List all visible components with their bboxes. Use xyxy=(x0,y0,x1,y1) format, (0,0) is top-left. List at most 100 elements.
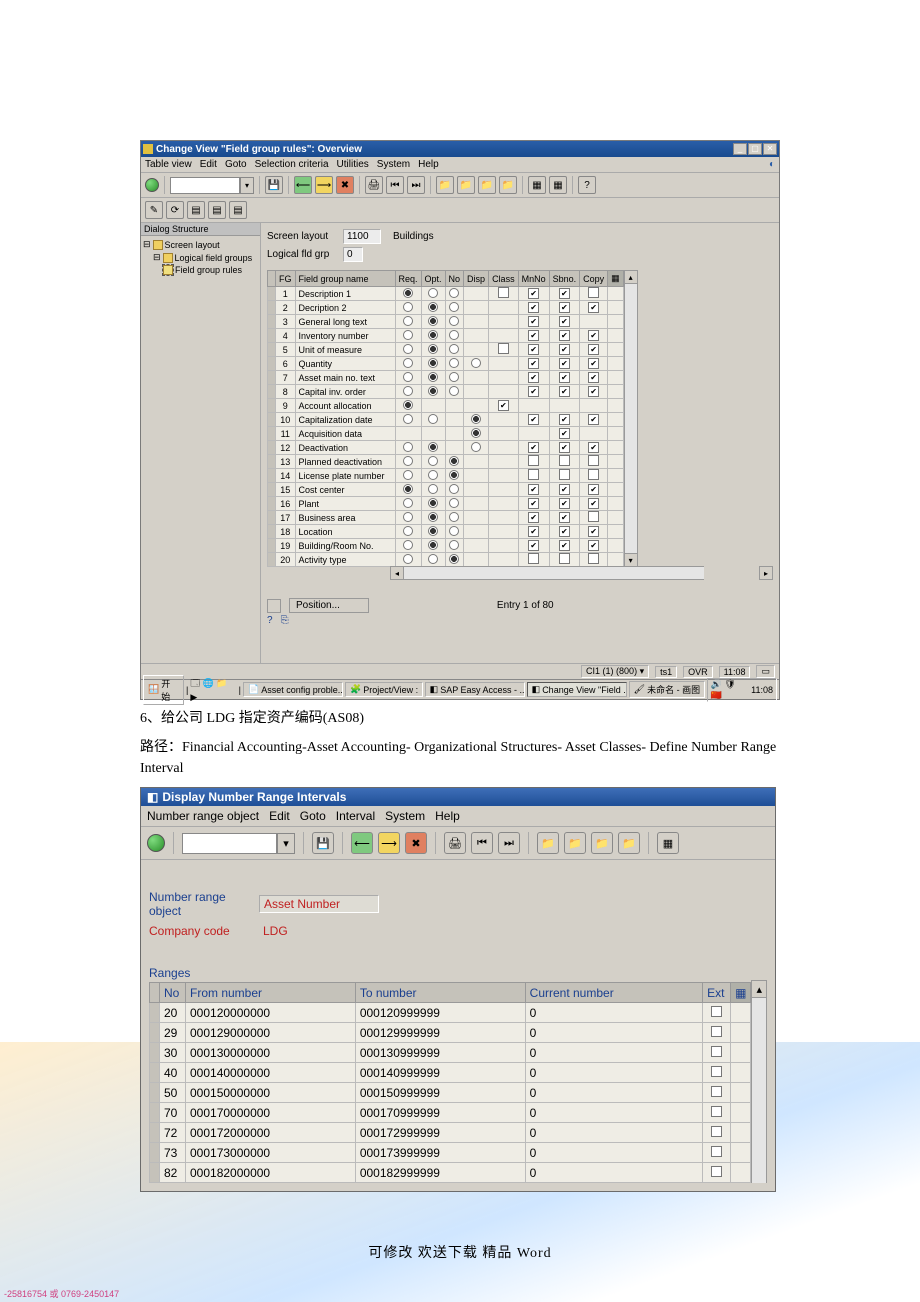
tool-icon[interactable]: ⟳ xyxy=(166,201,184,219)
nav-icon[interactable]: 📁 xyxy=(537,832,559,854)
nav-icon[interactable]: 📁 xyxy=(436,176,454,194)
grid-row[interactable]: 9Account allocation xyxy=(268,399,624,413)
menu-help[interactable]: Help xyxy=(435,809,460,823)
grid-row[interactable]: 15Cost center xyxy=(268,483,624,497)
last-page-icon[interactable]: ⏭ xyxy=(407,176,425,194)
range-row[interactable]: 200001200000000001209999990 xyxy=(150,1003,751,1023)
minimize-button[interactable]: _ xyxy=(733,143,747,155)
nav-icon[interactable]: 📁 xyxy=(499,176,517,194)
save-icon[interactable]: 💾 xyxy=(265,176,283,194)
grid-row[interactable]: 11Acquisition data xyxy=(268,427,624,441)
grid-row[interactable]: 14License plate number xyxy=(268,469,624,483)
grid-row[interactable]: 19Building/Room No. xyxy=(268,539,624,553)
grid-row[interactable]: 5Unit of measure xyxy=(268,343,624,357)
cancel-icon[interactable]: ✖ xyxy=(405,832,427,854)
cancel-icon[interactable]: ✖ xyxy=(336,176,354,194)
tree-field-group-rules[interactable]: Field group rules xyxy=(143,264,258,276)
menu-goto[interactable]: Goto xyxy=(225,159,247,170)
tool-icon[interactable]: ▤ xyxy=(187,201,205,219)
maximize-button[interactable]: ▢ xyxy=(748,143,762,155)
print-icon[interactable]: 🖨 xyxy=(444,832,466,854)
nav-icon[interactable]: 📁 xyxy=(457,176,475,194)
toolbar: ▾ 💾 ⟵ ⟶ ✖ 🖨 ⏮ ⏭ 📁 📁 📁 📁 ▦ ▦ ? xyxy=(141,173,779,198)
grid-row[interactable]: 10Capitalization date xyxy=(268,413,624,427)
last-page-icon[interactable]: ⏭ xyxy=(498,832,520,854)
grid-row[interactable]: 7Asset main no. text xyxy=(268,371,624,385)
taskbar-item-active[interactable]: ◧Change View "Field ... xyxy=(527,682,627,697)
layout-icon[interactable]: ▦ xyxy=(549,176,567,194)
tree-screen-layout[interactable]: ⊟Screen layout xyxy=(143,238,258,251)
range-row[interactable]: 820001820000000001829999990 xyxy=(150,1163,751,1183)
taskbar-item[interactable]: 🧩Project/View : xyxy=(345,682,423,697)
print-icon[interactable]: 🖨 xyxy=(365,176,383,194)
back-icon[interactable]: ⟵ xyxy=(294,176,312,194)
close-button[interactable]: ✕ xyxy=(763,143,777,155)
back-icon[interactable]: ⟵ xyxy=(351,832,373,854)
ranges-vscroll[interactable]: ▴ xyxy=(751,980,767,1183)
tree-logical-field-groups[interactable]: ⊟Logical field groups xyxy=(143,251,258,264)
range-row[interactable]: 300001300000000001309999990 xyxy=(150,1043,751,1063)
nav-icon[interactable]: 📁 xyxy=(564,832,586,854)
enter-icon[interactable] xyxy=(145,178,159,192)
titlebar[interactable]: ◧ Display Number Range Intervals xyxy=(141,788,775,806)
range-row[interactable]: 500001500000000001509999990 xyxy=(150,1083,751,1103)
grid-row[interactable]: 6Quantity xyxy=(268,357,624,371)
menu-edit[interactable]: Edit xyxy=(200,159,217,170)
save-icon[interactable]: 💾 xyxy=(312,832,334,854)
windows-taskbar: 🪟开始 | 🗔 🌐 📁 ▶ | 📄Asset config proble... … xyxy=(141,679,779,699)
grid-row[interactable]: 20Activity type xyxy=(268,553,624,567)
range-row[interactable]: 730001730000000001739999990 xyxy=(150,1143,751,1163)
menu-edit[interactable]: Edit xyxy=(269,809,290,823)
taskbar-item[interactable]: 📄Asset config proble... xyxy=(243,682,343,697)
grid-row[interactable]: 12Deactivation xyxy=(268,441,624,455)
grip-icon[interactable] xyxy=(267,599,281,613)
grid-row[interactable]: 16Plant xyxy=(268,497,624,511)
grid-row[interactable]: 18Location xyxy=(268,525,624,539)
exit-icon[interactable]: ⟶ xyxy=(315,176,333,194)
enter-icon[interactable] xyxy=(147,834,165,852)
system-tray[interactable]: 🔊 🛡 🇨🇳 11:08 xyxy=(707,678,777,702)
nav-icon[interactable]: 📁 xyxy=(618,832,640,854)
range-row[interactable]: 400001400000000001409999990 xyxy=(150,1063,751,1083)
menu-system[interactable]: System xyxy=(385,809,425,823)
taskbar-item[interactable]: ◧SAP Easy Access - ... xyxy=(425,682,525,697)
menu-goto[interactable]: Goto xyxy=(300,809,326,823)
range-row[interactable]: 700001700000000001709999990 xyxy=(150,1103,751,1123)
grid-row[interactable]: 1Description 1 xyxy=(268,287,624,301)
grid-hscroll[interactable]: ◂▸ xyxy=(267,566,773,580)
tool-icon[interactable]: ✎ xyxy=(145,201,163,219)
menu-table-view[interactable]: Table view xyxy=(145,159,192,170)
position-button[interactable]: Position... xyxy=(289,598,369,613)
taskbar-item[interactable]: 🖌未命名 - 画图 xyxy=(629,681,705,698)
layout-icon[interactable]: ▦ xyxy=(528,176,546,194)
range-row[interactable]: 720001720000000001729999990 xyxy=(150,1123,751,1143)
range-row[interactable]: 290001290000000001299999990 xyxy=(150,1023,751,1043)
menu-interval[interactable]: Interval xyxy=(336,809,375,823)
menu-help[interactable]: Help xyxy=(418,159,439,170)
grid-row[interactable]: 2Decription 2 xyxy=(268,301,624,315)
menu-nro[interactable]: Number range object xyxy=(147,809,259,823)
nav-icon[interactable]: 📁 xyxy=(478,176,496,194)
grid-row[interactable]: 3General long text xyxy=(268,315,624,329)
help-icon[interactable]: ? xyxy=(578,176,596,194)
first-page-icon[interactable]: ⏮ xyxy=(386,176,404,194)
command-field[interactable]: ▾ xyxy=(182,833,295,854)
layout-icon[interactable]: ▦ xyxy=(657,832,679,854)
menu-system[interactable]: System xyxy=(377,159,410,170)
exit-icon[interactable]: ⟶ xyxy=(378,832,400,854)
grid-row[interactable]: 17Business area xyxy=(268,511,624,525)
grid-vscroll[interactable]: ▴▾ xyxy=(624,270,638,567)
menu-selection[interactable]: Selection criteria xyxy=(255,159,329,170)
nav-icon[interactable]: 📁 xyxy=(591,832,613,854)
command-field[interactable]: ▾ xyxy=(170,177,254,194)
grid-row[interactable]: 4Inventory number xyxy=(268,329,624,343)
tool-icon[interactable]: ▤ xyxy=(229,201,247,219)
tool-icon[interactable]: ▤ xyxy=(208,201,226,219)
start-button[interactable]: 🪟开始 xyxy=(143,675,184,705)
quick-launch[interactable]: 🗔 🌐 📁 ▶ xyxy=(190,676,236,703)
titlebar[interactable]: Change View "Field group rules": Overvie… xyxy=(141,141,779,157)
first-page-icon[interactable]: ⏮ xyxy=(471,832,493,854)
grid-row[interactable]: 13Planned deactivation xyxy=(268,455,624,469)
grid-row[interactable]: 8Capital inv. order xyxy=(268,385,624,399)
menu-utilities[interactable]: Utilities xyxy=(337,159,369,170)
